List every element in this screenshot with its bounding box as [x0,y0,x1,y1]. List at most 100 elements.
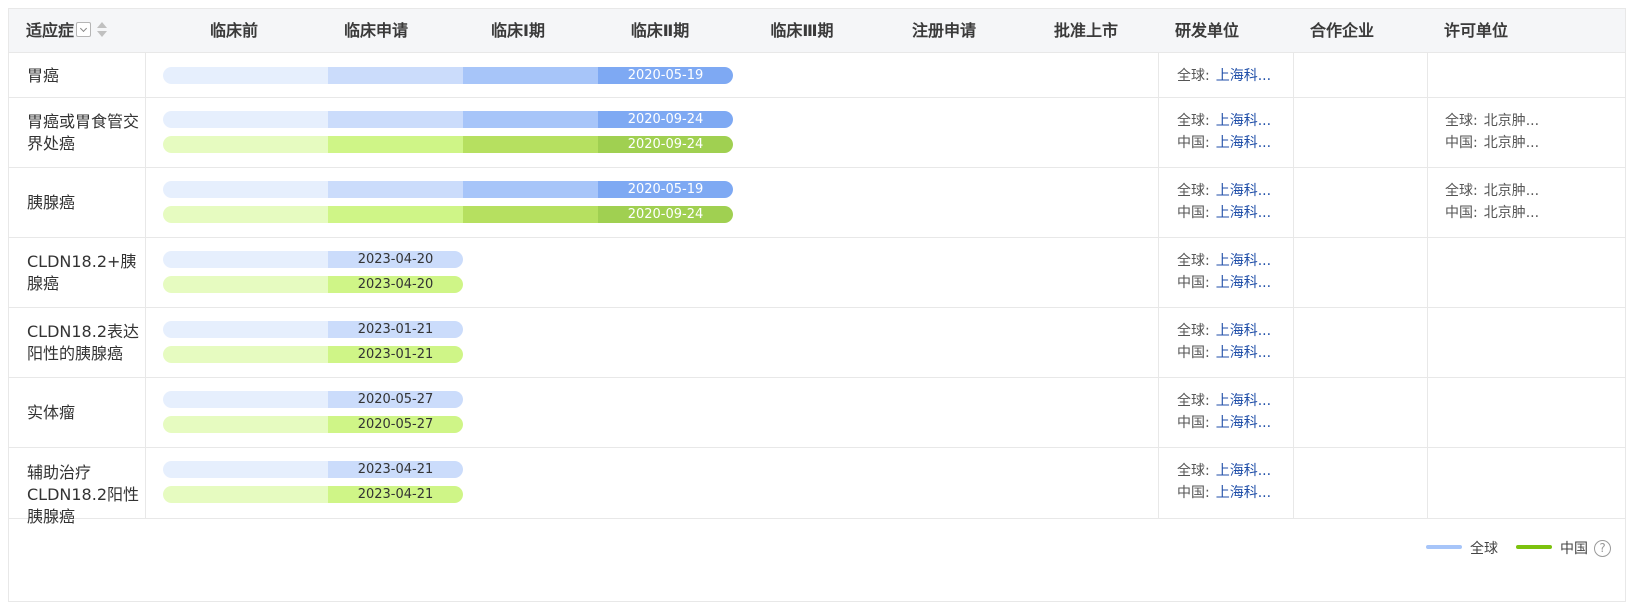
legend-item-global: 全球 [1426,539,1498,559]
indication-cell: 胰腺癌 [27,193,76,212]
licensor-name[interactable]: 北京肿... [1484,205,1539,221]
table-row: 胃癌 2020-05-19 全球: 上海科... [9,53,1625,98]
phase-bar-global[interactable]: 2020-05-19 [163,181,733,198]
developer-link[interactable]: 上海科... [1216,113,1271,129]
developer-entry: 中国: 上海科... [1177,482,1271,504]
developer-region: 中国: [1177,135,1210,151]
table-header: 适应症 临床前 临床申请 临床Ⅰ期 临床Ⅱ期 临床Ⅲ期 注册申请 批准上市 研发… [9,9,1625,53]
phase-bar-global[interactable]: 2020-05-27 [163,391,463,408]
sort-icon[interactable] [97,21,108,39]
developer-entry: 全球: 上海科... [1177,390,1271,412]
licensor-name[interactable]: 北京肿... [1484,183,1539,199]
legend-swatch-global [1426,545,1462,549]
phase-bar-global[interactable]: 2020-09-24 [163,111,733,128]
developer-link[interactable]: 上海科... [1216,463,1271,479]
developer-region: 全球: [1177,253,1210,269]
phase-bar-china[interactable]: 2023-04-21 [163,486,463,503]
phase-date-label: 2020-05-19 [627,182,704,197]
phase-segment [463,206,598,223]
phase-bar-china[interactable]: 2020-09-24 [163,206,733,223]
indication-cell: 胃癌 [27,66,60,85]
header-phase-nda: 注册申请 [911,21,976,40]
licensor-name[interactable]: 北京肿... [1484,113,1539,129]
phase-bar-global[interactable]: 2023-04-21 [163,461,463,478]
developer-region: 全球: [1177,393,1210,409]
developer-entry: 中国: 上海科... [1177,412,1271,434]
developer-entry: 全球: 上海科... [1177,250,1271,272]
phase-bar-global[interactable]: 2020-05-19 [163,67,733,84]
phase-segment [163,206,328,223]
developer-link[interactable]: 上海科... [1216,415,1271,431]
phase-bar-china[interactable]: 2020-09-24 [163,136,733,153]
header-phase-approved: 批准上市 [1053,21,1118,40]
developer-link[interactable]: 上海科... [1216,253,1271,269]
phase-date-label: 2020-05-19 [627,68,704,83]
licensor-entry: 全球: 北京肿... [1445,110,1539,132]
phase-segment [163,111,328,128]
developer-link[interactable]: 上海科... [1216,485,1271,501]
developer-entry: 中国: 上海科... [1177,132,1271,154]
developer-region: 全球: [1177,68,1210,84]
phase-segment [328,181,463,198]
phase-date-label: 2023-04-21 [357,487,434,502]
phase-date-label: 2023-04-20 [357,277,434,292]
header-partner: 合作企业 [1310,21,1375,40]
developer-link[interactable]: 上海科... [1216,323,1271,339]
licensor-region: 全球: [1445,113,1478,129]
phase-date-label: 2023-04-20 [357,252,434,267]
legend-item-china: 中国 [1516,539,1588,559]
help-icon[interactable]: ? [1594,539,1611,557]
developer-entry: 全球: 上海科... [1177,110,1271,132]
developer-link[interactable]: 上海科... [1216,275,1271,291]
table-row: CLDN18.2表达阳性的胰腺癌 2023-01-21 2023-01-21 全球: 上… [9,308,1625,378]
legend-label-china: 中国 [1560,541,1588,557]
phase-date-label: 2020-09-24 [627,137,704,152]
developer-entry: 全球: 上海科... [1177,320,1271,342]
developer-region: 中国: [1177,205,1210,221]
phase-segment [463,181,598,198]
phase-bar-global[interactable]: 2023-04-20 [163,251,463,268]
developer-region: 全球: [1177,323,1210,339]
phase-segment [328,111,463,128]
developer-entry: 全球: 上海科... [1177,65,1271,87]
phase-date-label: 2020-05-27 [357,417,434,432]
indication-cell: CLDN18.2表达阳性的胰腺癌 [27,322,140,363]
table-row: 胃癌或胃食管交界处癌 2020-09-24 2020-09-24 全球: 上海科... 中… [9,98,1625,168]
phase-bar-china[interactable]: 2020-05-27 [163,416,463,433]
developer-entry: 中国: 上海科... [1177,202,1271,224]
developer-link[interactable]: 上海科... [1216,345,1271,361]
indication-cell: 实体瘤 [27,403,76,422]
indication-cell: CLDN18.2+胰腺癌 [27,252,137,293]
header-phase-ind: 临床申请 [343,21,408,40]
phase-date-label: 2020-09-24 [627,207,704,222]
developer-link[interactable]: 上海科... [1216,205,1271,221]
phase-segment [163,136,328,153]
phase-date-label: 2023-01-21 [357,322,434,337]
phase-bar-global[interactable]: 2023-01-21 [163,321,463,338]
phase-segment [163,276,328,293]
phase-segment [163,486,328,503]
phase-segment [328,136,463,153]
phase-bar-china[interactable]: 2023-01-21 [163,346,463,363]
phase-segment [163,416,328,433]
phase-segment [328,206,463,223]
developer-entry: 全球: 上海科... [1177,180,1271,202]
table-row: CLDN18.2+胰腺癌 2023-04-20 2023-04-20 全球: 上海科..… [9,238,1625,308]
licensor-name[interactable]: 北京肿... [1484,135,1539,151]
phase-date-label: 2020-05-27 [357,392,434,407]
phase-segment [463,111,598,128]
phase-segment [163,461,328,478]
developer-region: 中国: [1177,485,1210,501]
phase-segment [463,136,598,153]
developer-link[interactable]: 上海科... [1216,135,1271,151]
developer-link[interactable]: 上海科... [1216,183,1271,199]
developer-link[interactable]: 上海科... [1216,68,1271,84]
filter-dropdown-icon[interactable] [76,22,92,37]
phase-bar-china[interactable]: 2023-04-20 [163,276,463,293]
header-developer: 研发单位 [1175,21,1240,40]
table-row: 胰腺癌 2020-05-19 2020-09-24 全球: 上海科... 中国: 上海科..… [9,168,1625,238]
licensor-region: 中国: [1445,135,1478,151]
indication-cell: 辅助治疗CLDN18.2阳性胰腺癌 [27,463,140,526]
header-phase-preclinical: 临床前 [209,21,258,40]
developer-link[interactable]: 上海科... [1216,393,1271,409]
